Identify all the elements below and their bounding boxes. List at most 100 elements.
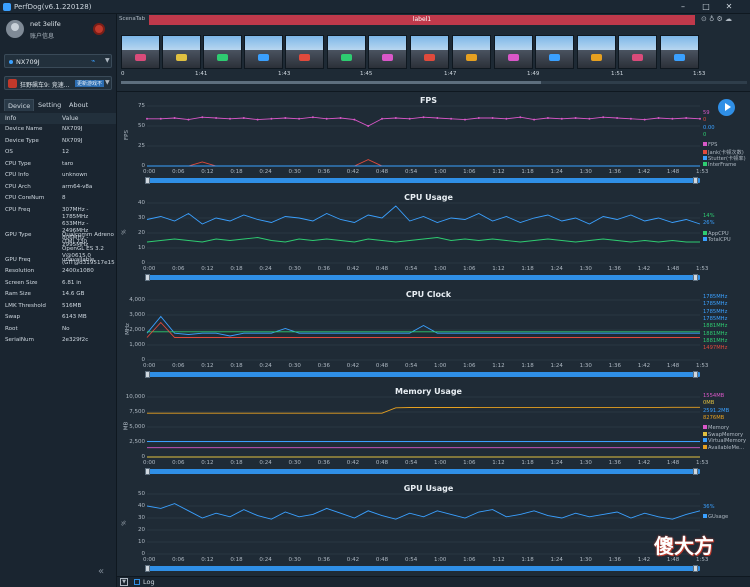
collapse-sidebar-icon[interactable]: « xyxy=(98,566,104,577)
range-start-handle[interactable] xyxy=(145,177,150,184)
x-tick-label: 0:42 xyxy=(346,266,360,272)
legend-item[interactable]: TotalCPU xyxy=(703,237,731,243)
tab-device[interactable]: Device xyxy=(4,99,35,111)
wifi-icon[interactable]: ⌁ xyxy=(91,57,95,65)
chart-title: Memory Usage xyxy=(395,387,462,396)
range-end-handle[interactable] xyxy=(693,274,698,281)
app-selector[interactable]: 狂野飙车9: 竞速... 更新游戏不 ▼ xyxy=(4,76,112,90)
time-range-slider[interactable] xyxy=(145,468,700,475)
chart-plot-area[interactable] xyxy=(146,202,701,264)
legend-item[interactable]: FPS xyxy=(703,142,717,148)
maximize-icon[interactable]: □ xyxy=(699,1,713,13)
screenshot-thumbnail[interactable] xyxy=(285,35,324,69)
time-range-slider[interactable] xyxy=(145,371,700,378)
legend-item[interactable]: InterFrame xyxy=(703,161,736,168)
range-start-handle[interactable] xyxy=(145,274,150,281)
account-info-link[interactable]: 账户信息 xyxy=(30,31,54,40)
y-tick-label: 5,000 xyxy=(129,424,145,430)
time-range-slider[interactable] xyxy=(145,565,700,572)
screenshot-thumbnail[interactable] xyxy=(535,35,574,69)
range-end-handle[interactable] xyxy=(693,371,698,378)
legend-item[interactable]: AvailableMe... xyxy=(703,444,744,451)
scrollbar-thumb[interactable] xyxy=(121,81,541,84)
range-start-handle[interactable] xyxy=(145,468,150,475)
info-table-header: Info Value xyxy=(0,113,116,124)
screenshot-thumbnail[interactable] xyxy=(121,35,160,69)
x-tick-label: 1:24 xyxy=(550,363,563,369)
screenshot-thumbnail[interactable] xyxy=(577,35,616,69)
info-value: 6143 MB xyxy=(62,314,87,320)
avatar[interactable] xyxy=(6,20,24,38)
legend-item[interactable]: SwapMemory xyxy=(703,431,743,438)
screenshot-thumbnail[interactable] xyxy=(368,35,407,69)
x-tick-label: 0:36 xyxy=(317,169,330,175)
time-range-slider[interactable] xyxy=(145,274,700,281)
screenshot-thumbnail[interactable] xyxy=(660,35,699,69)
data-point xyxy=(367,125,370,127)
thumb-time-label: 1:41 xyxy=(195,71,208,77)
settings-icon[interactable]: ⚙ xyxy=(716,15,722,23)
chart-plot-area[interactable] xyxy=(147,396,700,458)
data-point xyxy=(574,117,577,119)
chevron-down-icon[interactable]: ▼ xyxy=(105,57,110,64)
range-start-handle[interactable] xyxy=(145,565,150,572)
info-value: taro xyxy=(62,160,74,167)
data-point xyxy=(560,117,563,120)
legend-item[interactable]: AppCPU xyxy=(703,230,729,237)
data-point xyxy=(699,117,701,120)
log-checkbox[interactable] xyxy=(134,579,140,585)
y-tick-label: 30 xyxy=(138,215,145,221)
x-tick-label: 0:12 xyxy=(201,557,214,563)
info-value: NX709J xyxy=(62,126,83,132)
chart-plot-area[interactable] xyxy=(146,299,700,361)
device-name: NX709J xyxy=(16,58,40,66)
device-selector[interactable]: NX709J ⌁ ▼ xyxy=(4,54,112,68)
x-tick-label: 0:48 xyxy=(375,460,389,466)
screenshot-thumbnail[interactable] xyxy=(327,35,366,69)
range-start-handle[interactable] xyxy=(145,371,150,378)
label-bar[interactable]: label1 xyxy=(149,15,695,25)
tab-setting[interactable]: Setting xyxy=(35,99,64,111)
range-end-handle[interactable] xyxy=(693,565,698,572)
screenshot-thumbnail[interactable] xyxy=(618,35,657,69)
thumb-time-label: 1:47 xyxy=(444,71,457,77)
screenshot-thumbnail[interactable] xyxy=(203,35,242,69)
y-tick-label: 2,000 xyxy=(129,327,145,333)
screenshot-thumbnail[interactable] xyxy=(452,35,491,69)
info-row: Root No xyxy=(0,326,116,338)
time-range-slider[interactable] xyxy=(145,177,700,184)
range-end-handle[interactable] xyxy=(693,468,698,475)
screenshot-thumbnail[interactable] xyxy=(494,35,533,69)
screenshot-thumbnail[interactable] xyxy=(410,35,449,69)
x-tick-label: 1:30 xyxy=(579,266,592,272)
info-row: GPU Freq unavailable xyxy=(0,257,116,269)
x-tick-label: 1:12 xyxy=(492,460,505,466)
chart-plot-area[interactable] xyxy=(146,105,701,167)
x-tick-label: 1:36 xyxy=(608,363,622,369)
chevron-down-icon[interactable]: ▼ xyxy=(105,79,110,86)
location-icon[interactable]: ⊙ xyxy=(701,15,707,23)
tab-about[interactable]: About xyxy=(66,99,91,111)
legend-swatch xyxy=(703,156,707,161)
chart-title: CPU Clock xyxy=(405,290,452,299)
cloud-icon[interactable]: ☁ xyxy=(725,15,732,23)
expand-log-icon[interactable]: ▼ xyxy=(120,578,128,586)
data-point xyxy=(643,118,646,121)
scene-tab-label[interactable]: ScenaTab xyxy=(119,16,145,22)
data-point xyxy=(505,117,508,120)
close-icon[interactable]: ✕ xyxy=(722,1,736,13)
chart-plot-area[interactable] xyxy=(146,493,701,555)
record-button[interactable] xyxy=(93,23,105,35)
data-point xyxy=(381,117,383,120)
screenshot-thumbnail[interactable] xyxy=(244,35,283,69)
minimize-icon[interactable]: – xyxy=(676,1,690,13)
x-tick-label: 0:18 xyxy=(230,557,243,563)
pin-icon[interactable]: ♁ xyxy=(709,15,714,23)
legend-item[interactable]: Memory xyxy=(703,425,729,431)
range-end-handle[interactable] xyxy=(693,177,698,184)
screenshot-thumbnail[interactable] xyxy=(162,35,201,69)
info-key: Device Type xyxy=(5,137,39,144)
scene-scrollbar[interactable] xyxy=(121,81,747,84)
legend-item[interactable]: VirtualMemory xyxy=(703,438,746,444)
legend-item[interactable]: GUsage xyxy=(703,514,728,520)
